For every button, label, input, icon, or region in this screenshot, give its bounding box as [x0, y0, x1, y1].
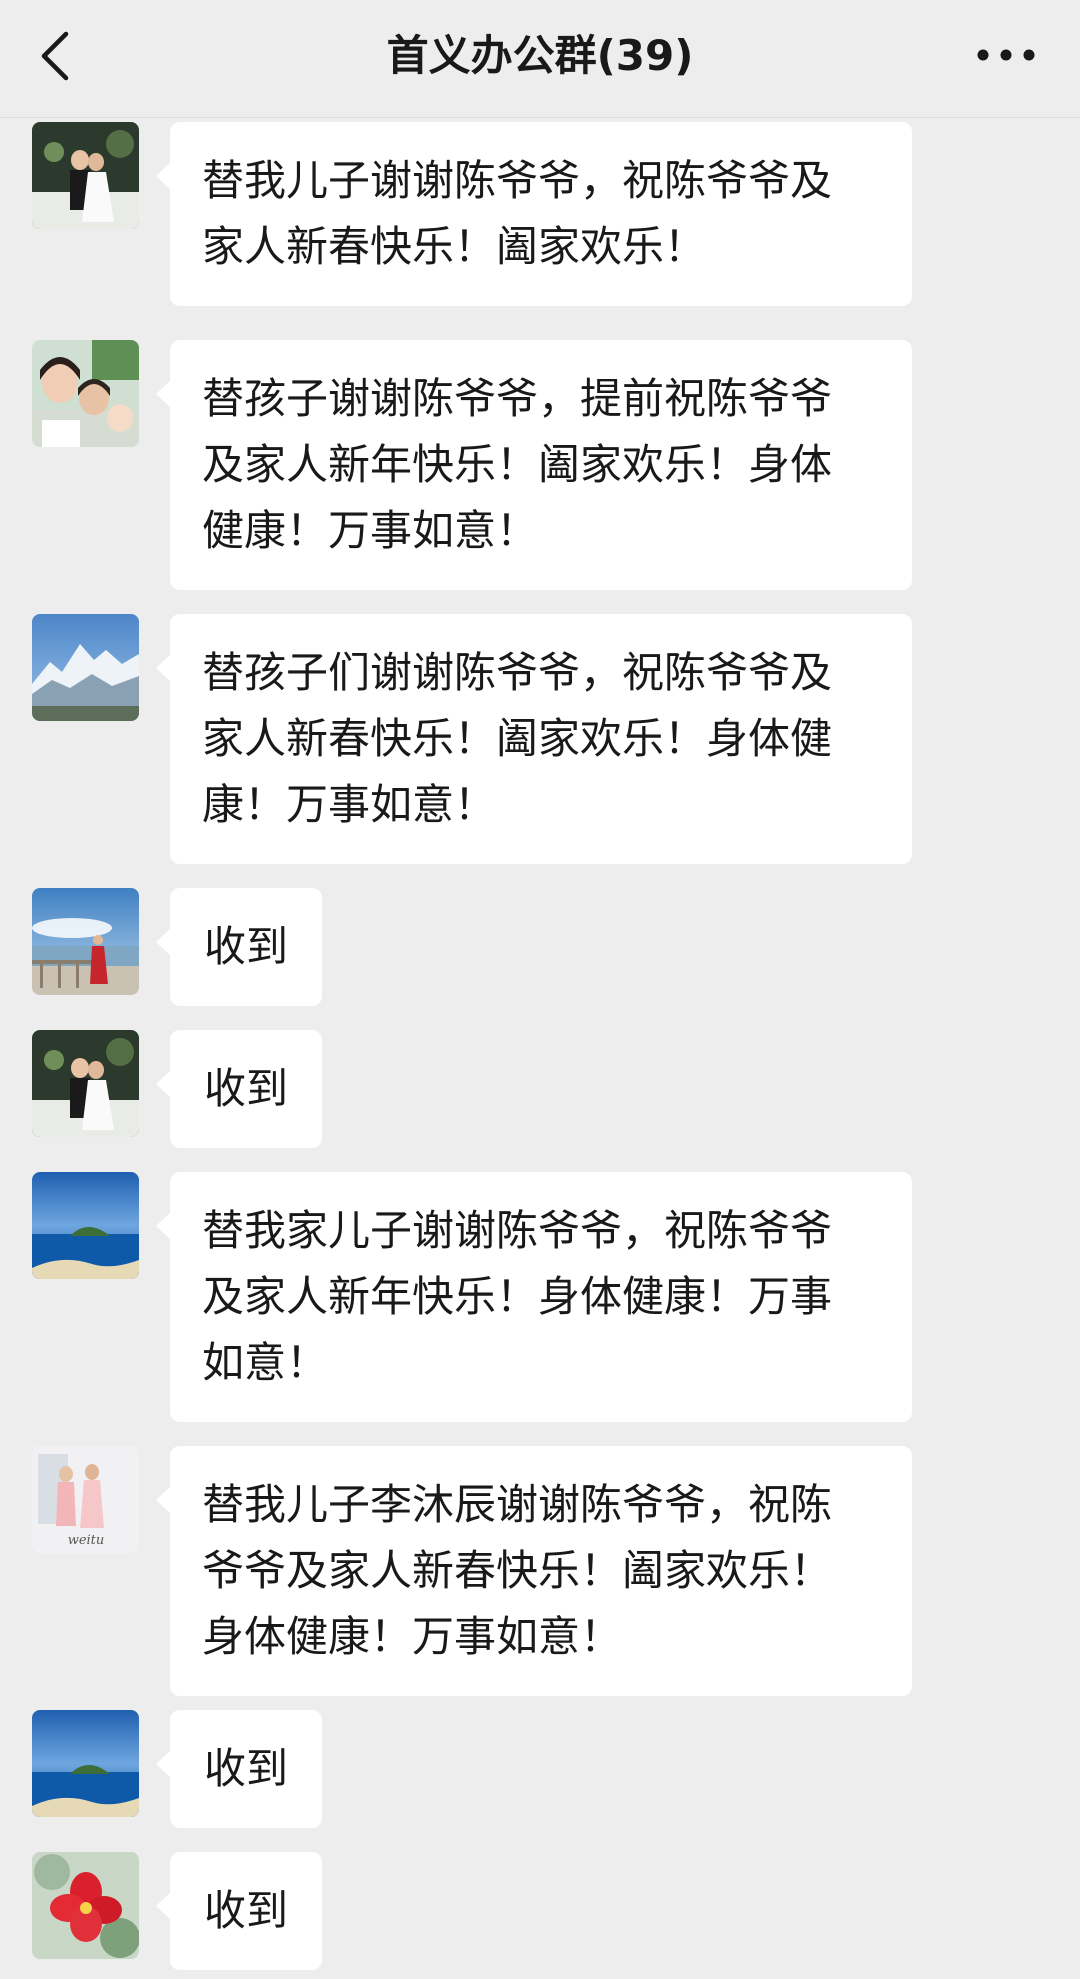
message-bubble[interactable]: 收到 [155, 888, 323, 1006]
island-sea-avatar-image [32, 1172, 139, 1279]
avatar[interactable] [32, 1030, 139, 1137]
avatar[interactable] [32, 340, 139, 447]
message-bubble[interactable]: 替孩子谢谢陈爷爷，提前祝陈爷爷 及家人新年快乐！阖家欢乐！身体 健康！万事如意！ [156, 340, 912, 590]
message-bubble[interactable]: 收到 [155, 1030, 323, 1148]
message-bubble[interactable]: 替我儿子谢谢陈爷爷，祝陈爷爷及 家人新春快乐！阖家欢乐！ [156, 122, 912, 306]
avatar[interactable] [32, 888, 139, 995]
message-bubble[interactable]: 收到 [155, 1710, 323, 1828]
message-list[interactable]: 替我儿子谢谢陈爷爷，祝陈爷爷及 家人新春快乐！阖家欢乐！ 替孩子谢谢陈爷爷，提前… [0, 118, 1080, 1979]
family-selfie-avatar-image [32, 340, 139, 447]
wedding-couple-avatar-image [32, 122, 139, 229]
avatar[interactable] [32, 1710, 139, 1817]
message-bubble[interactable]: 收到 [155, 1852, 323, 1970]
avatar[interactable] [32, 1172, 139, 1279]
message-bubble[interactable]: 替孩子们谢谢陈爷爷，祝陈爷爷及 家人新春快乐！阖家欢乐！身体健 康！万事如意！ [156, 614, 912, 864]
seaside-red-dress-avatar-image [32, 888, 139, 995]
more-horizontal-icon [977, 49, 1035, 61]
island-sea-avatar-image [32, 1710, 139, 1817]
red-flower-avatar-image [32, 1852, 139, 1959]
avatar[interactable]: weitu [32, 1446, 139, 1553]
more-button[interactable] [966, 40, 1046, 70]
snow-mountain-avatar-image [32, 614, 139, 721]
chat-title: 首义办公群(39) [386, 31, 694, 80]
avatar[interactable] [32, 1852, 139, 1959]
avatar[interactable] [32, 122, 139, 229]
svg-text:weitu: weitu [68, 1533, 105, 1548]
wedding-couple-avatar-image [32, 1030, 139, 1137]
message-bubble[interactable]: 替我家儿子谢谢陈爷爷，祝陈爷爷 及家人新年快乐！身体健康！万事 如意！ [156, 1172, 912, 1422]
message-bubble[interactable]: 替我儿子李沐辰谢谢陈爷爷，祝陈 爷爷及家人新春快乐！阖家欢乐！ 身体健康！万事如… [156, 1446, 912, 1696]
chat-header: 首义办公群(39) [0, 0, 1080, 118]
pink-couple-avatar-image: weitu [32, 1446, 139, 1553]
avatar[interactable] [32, 614, 139, 721]
